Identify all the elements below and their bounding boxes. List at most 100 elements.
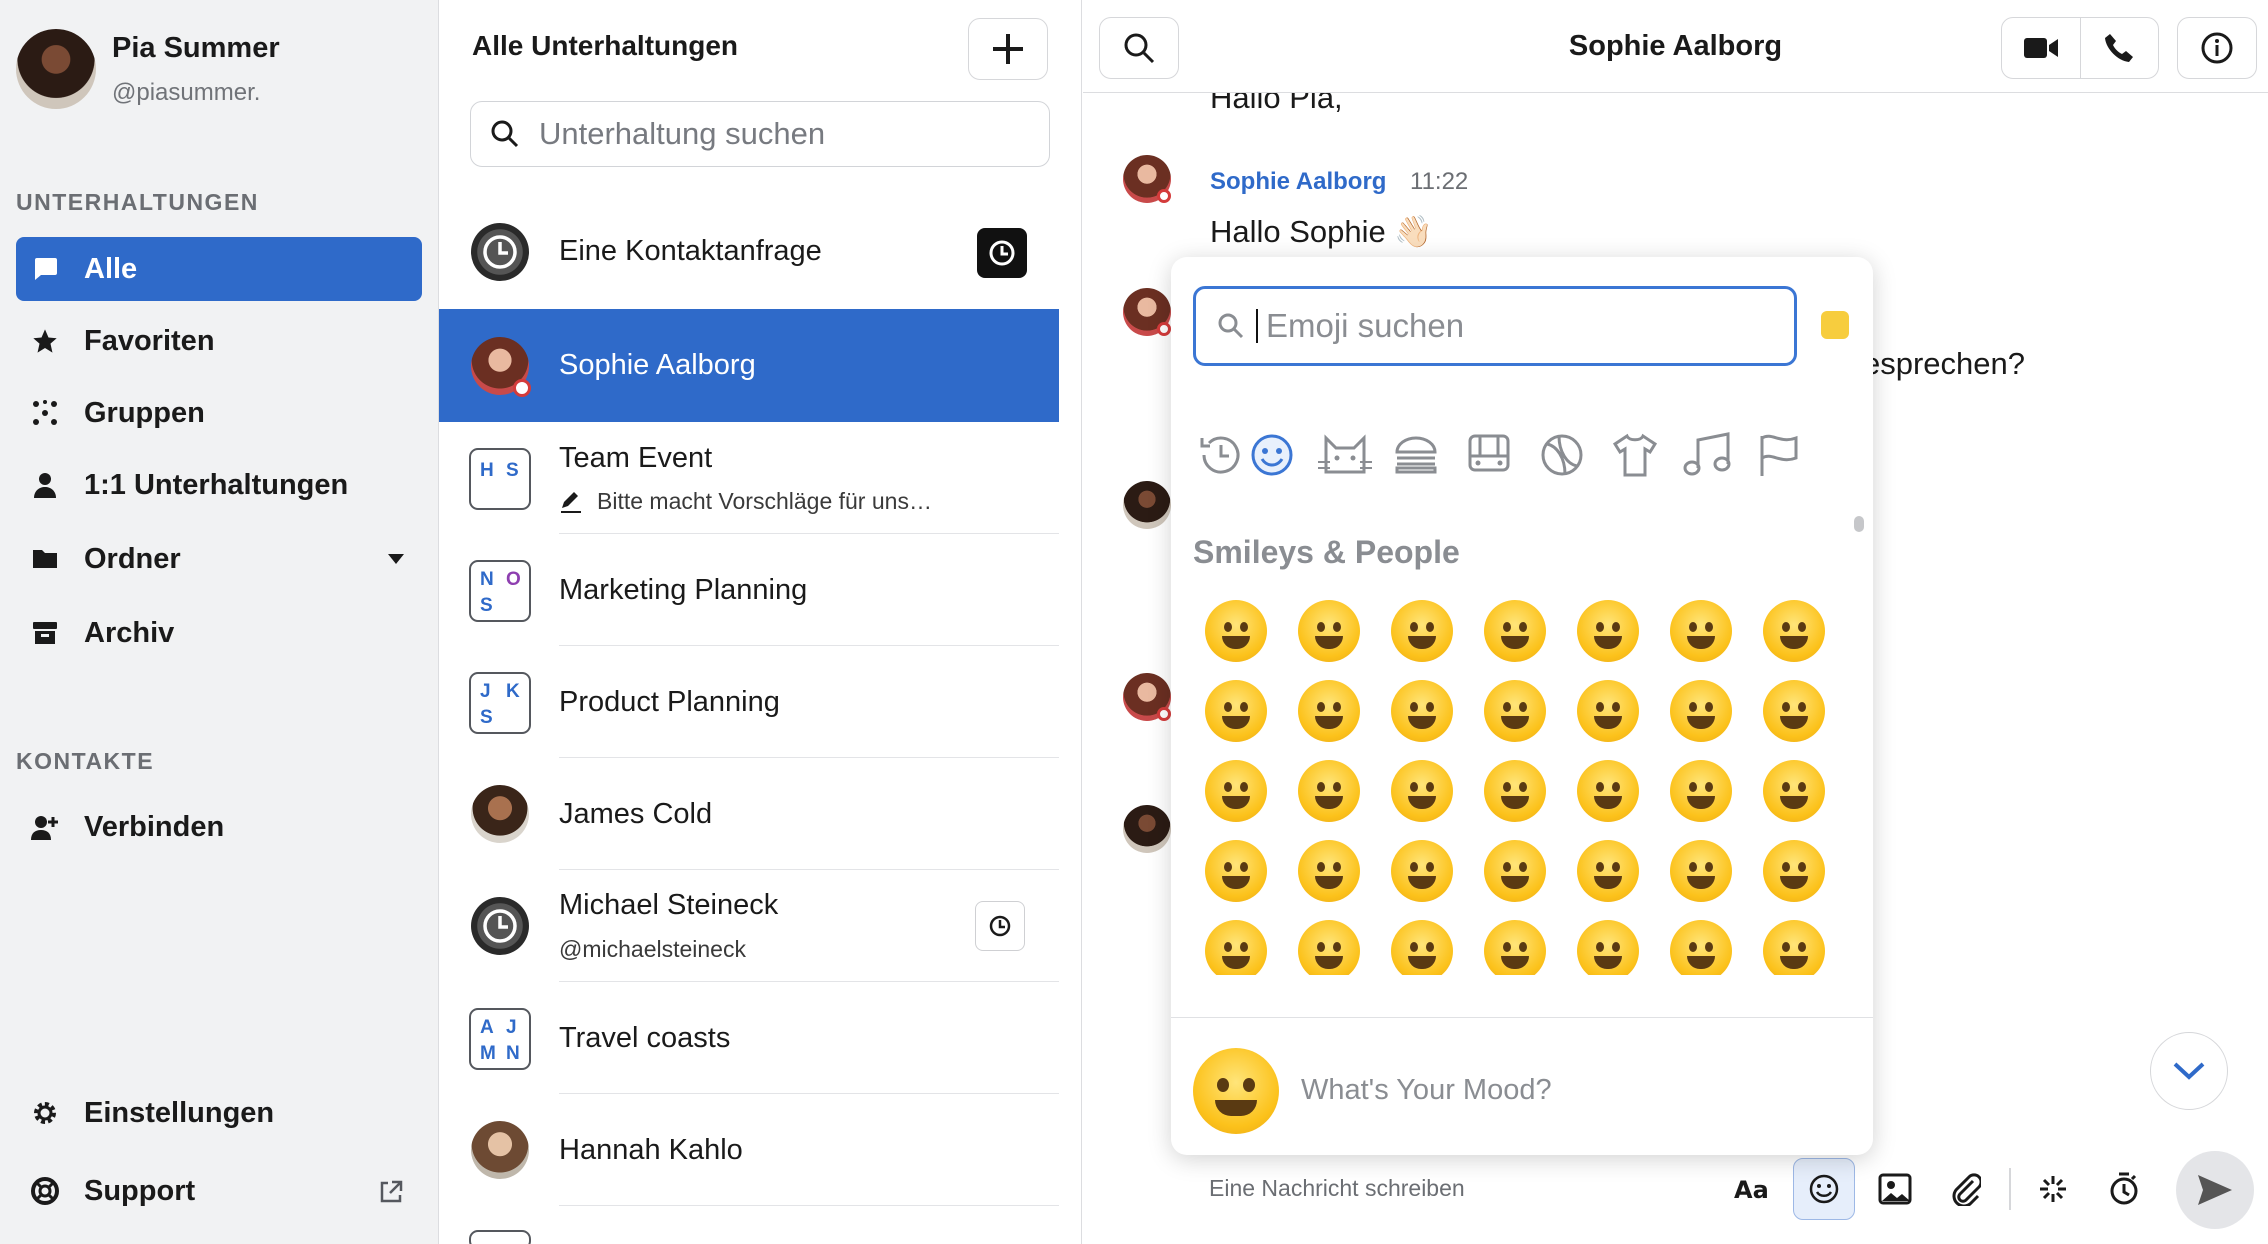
flag-icon[interactable]	[1751, 427, 1807, 483]
emoji-cell[interactable]	[1484, 760, 1546, 822]
emoji-cell[interactable]	[1205, 600, 1267, 662]
emoji-cell[interactable]	[1298, 920, 1360, 975]
emoji-cell[interactable]	[1670, 600, 1732, 662]
conversation-item[interactable]: N O S Marketing Planning	[439, 534, 1059, 646]
emoji-cell[interactable]	[1484, 840, 1546, 902]
conversation-item[interactable]: A J M N Travel coasts	[439, 982, 1059, 1094]
conversation-list-panel: Alle Unterhaltungen Unterhaltung suchen …	[439, 0, 1082, 1244]
emoji-cell[interactable]	[1670, 760, 1732, 822]
sidebar-item-ordner[interactable]: Ordner	[16, 527, 422, 591]
emoji-cell[interactable]	[1205, 840, 1267, 902]
emoji-cell[interactable]	[1763, 760, 1825, 822]
clock-icon	[977, 228, 1027, 278]
conversation-item[interactable]: Eine Kontaktanfrage	[439, 196, 1059, 308]
emoji-cell[interactable]	[1205, 920, 1267, 975]
emoji-cell[interactable]	[1670, 680, 1732, 742]
conversation-item[interactable]: Hannah Kahlo	[439, 1094, 1059, 1206]
emoji-cell[interactable]	[1298, 680, 1360, 742]
initial: K	[506, 681, 520, 702]
emoji-cell[interactable]	[1670, 840, 1732, 902]
ball-icon[interactable]	[1534, 427, 1590, 483]
mood-emoji[interactable]	[1193, 1048, 1279, 1134]
conversation-search-input[interactable]: Unterhaltung suchen	[470, 101, 1050, 167]
conversation-item[interactable]: James Cold	[439, 758, 1059, 870]
sidebar-item-label: Archiv	[84, 616, 175, 649]
emoji-cell[interactable]	[1484, 600, 1546, 662]
emoji-cell[interactable]	[1763, 840, 1825, 902]
emoji-grid	[1193, 595, 1843, 975]
info-button[interactable]	[2177, 17, 2257, 79]
section-conversations-label: UNTERHALTUNGEN	[16, 189, 259, 215]
cat-icon[interactable]	[1317, 427, 1373, 483]
music-note-icon[interactable]	[1680, 427, 1736, 483]
conversation-item[interactable]: Michael Steineck @michaelsteineck	[439, 870, 1059, 982]
sidebar-item-alle[interactable]: Alle	[16, 237, 422, 301]
audio-call-button[interactable]	[2081, 18, 2159, 78]
image-button[interactable]	[1864, 1158, 1926, 1220]
sidebar-item-favoriten[interactable]: Favoriten	[16, 309, 422, 373]
status-dot	[1157, 322, 1171, 336]
chevron-down-icon[interactable]	[388, 554, 404, 564]
bus-icon[interactable]	[1461, 427, 1517, 483]
gear-icon	[30, 1098, 60, 1128]
emoji-cell[interactable]	[1391, 840, 1453, 902]
emoji-cell[interactable]	[1391, 920, 1453, 975]
sidebar-item-verbinden[interactable]: Verbinden	[16, 795, 422, 859]
scroll-down-button[interactable]	[2150, 1032, 2228, 1110]
burger-icon[interactable]	[1388, 427, 1444, 483]
emoji-cell[interactable]	[1391, 680, 1453, 742]
ping-button[interactable]	[2022, 1158, 2084, 1220]
recent-clock-icon[interactable]	[1193, 427, 1249, 483]
sidebar-item-archiv[interactable]: Archiv	[16, 601, 422, 665]
emoji-cell[interactable]	[1298, 760, 1360, 822]
send-button[interactable]	[2176, 1151, 2254, 1229]
emoji-cell[interactable]	[1577, 680, 1639, 742]
emoji-cell[interactable]	[1391, 760, 1453, 822]
emoji-search-input[interactable]: Emoji suchen	[1193, 286, 1797, 366]
emoji-scrollbar[interactable]	[1854, 516, 1864, 532]
emoji-cell[interactable]	[1298, 840, 1360, 902]
emoji-cell[interactable]	[1298, 600, 1360, 662]
conversation-item[interactable]: H S Team Event Bitte macht Vorschläge fü…	[439, 422, 1059, 534]
emoji-cell[interactable]	[1577, 600, 1639, 662]
text-format-button[interactable]: Aa	[1720, 1158, 1782, 1220]
new-conversation-button[interactable]	[968, 18, 1048, 80]
timer-button[interactable]	[2093, 1158, 2155, 1220]
emoji-cell[interactable]	[1484, 920, 1546, 975]
smiley-icon	[1809, 1174, 1839, 1204]
emoji-cell[interactable]	[1670, 920, 1732, 975]
emoji-cell[interactable]	[1484, 680, 1546, 742]
star-icon	[30, 326, 60, 356]
initial: S	[480, 595, 493, 616]
shirt-icon[interactable]	[1607, 427, 1663, 483]
emoji-cell[interactable]	[1205, 680, 1267, 742]
emoji-cell[interactable]	[1763, 680, 1825, 742]
emoji-picker: Emoji suchen Smileys & People What's You…	[1171, 257, 1873, 1155]
conversation-item[interactable]: Sophie Aalborg	[439, 309, 1059, 422]
sidebar-item-gruppen[interactable]: Gruppen	[16, 381, 422, 445]
conversation-item[interactable]: J K S Product Planning	[439, 646, 1059, 758]
emoji-cell[interactable]	[1391, 600, 1453, 662]
message-input[interactable]: Eine Nachricht schreiben	[1209, 1175, 1465, 1202]
video-call-button[interactable]	[2002, 18, 2081, 78]
mood-input[interactable]: What's Your Mood?	[1301, 1074, 1552, 1107]
emoji-cell[interactable]	[1577, 760, 1639, 822]
message-sender[interactable]: Sophie Aalborg	[1210, 168, 1386, 196]
emoji-cell[interactable]	[1763, 600, 1825, 662]
smiley-icon[interactable]	[1244, 427, 1300, 483]
sidebar-item-einstellungen[interactable]: Einstellungen	[16, 1081, 422, 1145]
emoji-cell[interactable]	[1577, 920, 1639, 975]
skin-tone-button[interactable]	[1821, 311, 1849, 339]
attachment-button[interactable]	[1935, 1158, 1997, 1220]
folder-icon	[30, 544, 60, 574]
emoji-cell[interactable]	[1205, 760, 1267, 822]
svg-text:Aa: Aa	[1734, 1176, 1768, 1202]
sidebar-item-1-1[interactable]: 1:1 Unterhaltungen	[16, 453, 422, 517]
emoji-cell[interactable]	[1577, 840, 1639, 902]
emoji-cell[interactable]	[1763, 920, 1825, 975]
sidebar-item-support[interactable]: Support	[16, 1159, 422, 1223]
text-format-icon: Aa	[1734, 1176, 1768, 1202]
initial: S	[506, 460, 519, 481]
emoji-button[interactable]	[1793, 1158, 1855, 1220]
user-avatar[interactable]	[16, 29, 96, 109]
